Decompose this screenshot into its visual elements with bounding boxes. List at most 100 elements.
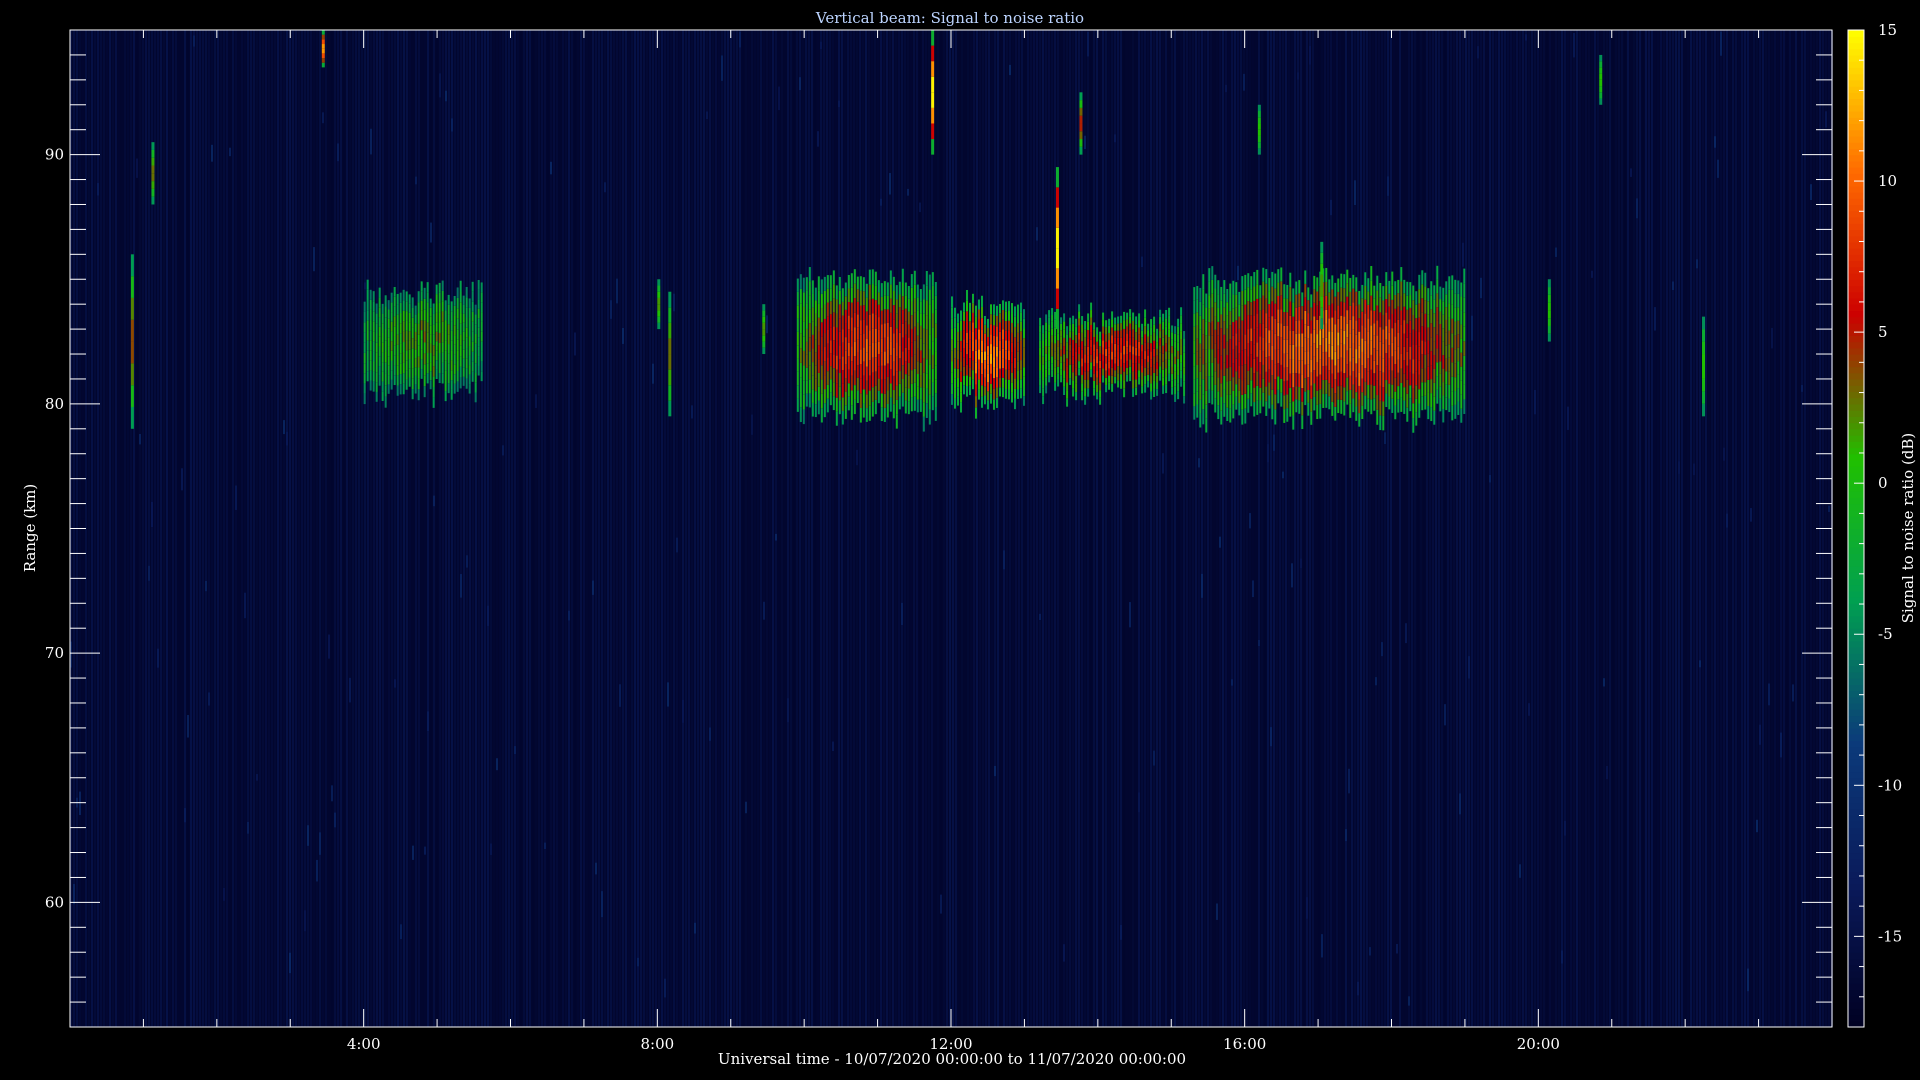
noise-column bbox=[373, 30, 375, 1027]
echo-cell bbox=[1271, 360, 1274, 376]
echo-cell bbox=[1235, 345, 1238, 359]
noise-speck bbox=[610, 300, 612, 319]
echo-cell bbox=[1247, 356, 1250, 371]
echo-cell bbox=[960, 341, 962, 352]
isolated-echo bbox=[1547, 325, 1551, 334]
echo-cell bbox=[1066, 390, 1069, 399]
isolated-echo bbox=[1055, 248, 1059, 269]
noise-speck bbox=[1606, 766, 1608, 780]
noise-column bbox=[784, 30, 786, 1027]
echo-cell bbox=[1436, 307, 1439, 321]
colorbar-segment bbox=[1848, 279, 1864, 287]
noise-speck bbox=[550, 161, 552, 175]
isolated-echo bbox=[1257, 135, 1261, 143]
noise-column bbox=[169, 30, 171, 1027]
noise-speck bbox=[283, 420, 285, 435]
echo-cell bbox=[441, 332, 444, 343]
echo-cell bbox=[1244, 349, 1247, 365]
noise-column bbox=[211, 30, 213, 1027]
echo-cell bbox=[378, 326, 381, 337]
echo-cell bbox=[393, 316, 396, 327]
noise-speck bbox=[1237, 265, 1239, 281]
noise-speck bbox=[337, 143, 339, 162]
noise-speck bbox=[1462, 242, 1464, 267]
noise-speck bbox=[901, 602, 903, 625]
echo-cell bbox=[1316, 348, 1319, 363]
echo-cell bbox=[862, 361, 865, 376]
echo-cell bbox=[435, 294, 438, 304]
echo-cell bbox=[925, 285, 928, 301]
echo-cell bbox=[1177, 326, 1180, 335]
noise-column bbox=[1069, 30, 1071, 1027]
echo-cell bbox=[1087, 380, 1090, 389]
echo-cell bbox=[919, 289, 922, 302]
isolated-echo bbox=[1547, 310, 1551, 319]
echo-cell bbox=[1217, 294, 1220, 308]
echo-cell bbox=[1193, 313, 1196, 327]
echo-cell bbox=[441, 290, 444, 302]
echo-cell bbox=[1289, 272, 1292, 288]
noise-column bbox=[664, 30, 666, 1027]
noise-column bbox=[913, 30, 915, 1027]
echo-cell bbox=[910, 328, 913, 343]
echo-cell bbox=[1370, 399, 1373, 415]
echo-cell bbox=[856, 276, 859, 290]
echo-cell bbox=[1352, 316, 1355, 330]
isolated-echo bbox=[1599, 86, 1603, 93]
noise-column bbox=[406, 30, 408, 1027]
echo-cell bbox=[1011, 313, 1013, 323]
echo-cell bbox=[1460, 324, 1463, 339]
isolated-echo bbox=[1547, 294, 1551, 303]
echo-cell bbox=[1415, 385, 1418, 399]
echo-cell bbox=[1150, 343, 1153, 352]
echo-cell bbox=[805, 341, 808, 355]
echo-cell bbox=[1132, 329, 1135, 338]
echo-cell bbox=[934, 393, 937, 408]
noise-column bbox=[670, 30, 672, 1027]
echo-cell bbox=[378, 307, 381, 318]
noise-column bbox=[1570, 30, 1572, 1027]
echo-cell bbox=[408, 340, 411, 350]
noise-speck bbox=[1297, 72, 1299, 80]
noise-speck bbox=[1459, 793, 1461, 815]
colorbar-segment bbox=[1848, 422, 1864, 430]
echo-cell bbox=[987, 327, 989, 338]
echo-cell bbox=[853, 341, 856, 357]
echo-cell bbox=[1442, 382, 1445, 396]
noise-column bbox=[1393, 30, 1395, 1027]
noise-column bbox=[523, 30, 525, 1027]
echo-cell bbox=[1406, 295, 1409, 310]
echo-cell bbox=[1099, 368, 1102, 376]
echo-cell bbox=[1337, 278, 1340, 292]
noise-column bbox=[607, 30, 609, 1027]
noise-column bbox=[475, 30, 477, 1027]
noise-column bbox=[721, 30, 723, 1027]
echo-cell bbox=[907, 401, 910, 415]
noise-column bbox=[91, 30, 93, 1027]
noise-column bbox=[574, 30, 576, 1027]
echo-cell bbox=[1147, 368, 1150, 375]
noise-column bbox=[1531, 30, 1533, 1027]
echo-cell bbox=[1268, 395, 1271, 409]
echo-cell bbox=[1250, 367, 1253, 381]
noise-speck bbox=[1801, 385, 1803, 392]
echo-cell bbox=[805, 367, 808, 381]
colorbar-segment bbox=[1848, 790, 1864, 798]
noise-speck bbox=[595, 862, 597, 875]
echo-cell bbox=[1084, 354, 1087, 363]
echo-cell bbox=[1226, 354, 1229, 369]
echo-cell bbox=[1391, 313, 1394, 329]
echo-cell bbox=[1358, 304, 1361, 319]
echo-cell bbox=[808, 295, 811, 310]
echo-cell bbox=[1238, 341, 1241, 354]
echo-cell bbox=[1256, 313, 1259, 328]
echo-cell bbox=[1099, 397, 1102, 405]
echo-cell bbox=[1394, 308, 1397, 323]
echo-cell bbox=[420, 330, 423, 340]
echo-cell bbox=[1129, 359, 1132, 367]
echo-cell bbox=[1352, 370, 1355, 385]
echo-cell bbox=[811, 321, 814, 335]
echo-cell bbox=[865, 339, 868, 353]
echo-cell bbox=[426, 342, 429, 354]
noise-column bbox=[1042, 30, 1044, 1027]
